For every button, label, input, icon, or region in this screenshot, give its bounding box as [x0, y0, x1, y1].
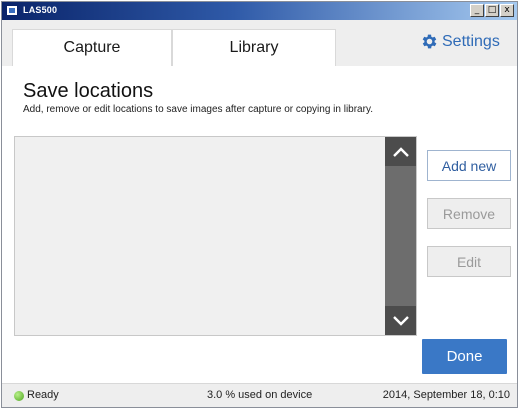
- remove-button[interactable]: Remove: [427, 198, 511, 229]
- save-locations-list[interactable]: [14, 136, 417, 336]
- title-bar[interactable]: LAS500 _ □ x: [2, 2, 517, 20]
- storage-usage: 3.0 % used on device: [207, 389, 313, 401]
- status-bar: Ready 3.0 % used on device 2014, Septemb…: [2, 383, 517, 407]
- main-content: Save locations Add, remove or edit locat…: [2, 66, 517, 383]
- gear-icon: [422, 34, 437, 49]
- status-timestamp: 2014, September 18, 0:10: [382, 389, 510, 401]
- page-title: Save locations: [23, 80, 154, 102]
- window-title: LAS500: [23, 5, 58, 15]
- scrollbar[interactable]: [385, 137, 416, 335]
- chevron-up-icon: [392, 146, 409, 157]
- chevron-down-icon: [392, 315, 409, 326]
- status-ready: Ready: [27, 389, 59, 401]
- window-controls: _ □ x: [470, 4, 514, 17]
- scroll-down-button[interactable]: [385, 306, 416, 335]
- settings-button[interactable]: Settings: [420, 32, 500, 51]
- page-description: Add, remove or edit locations to save im…: [23, 104, 373, 115]
- scroll-up-button[interactable]: [385, 137, 416, 166]
- tab-library[interactable]: Library: [172, 29, 336, 66]
- minimize-button[interactable]: _: [470, 4, 484, 17]
- tab-bar: Capture Library Settings: [2, 20, 517, 66]
- edit-button[interactable]: Edit: [427, 246, 511, 277]
- add-new-button[interactable]: Add new: [427, 150, 511, 181]
- done-button[interactable]: Done: [422, 339, 507, 374]
- tab-capture[interactable]: Capture: [12, 29, 172, 66]
- status-indicator-icon: [14, 391, 24, 401]
- settings-label: Settings: [442, 32, 500, 50]
- maximize-button[interactable]: □: [485, 4, 499, 17]
- close-button[interactable]: x: [500, 4, 514, 17]
- app-window: LAS500 _ □ x Capture Library Settings Sa…: [1, 1, 518, 408]
- app-icon: [6, 5, 18, 16]
